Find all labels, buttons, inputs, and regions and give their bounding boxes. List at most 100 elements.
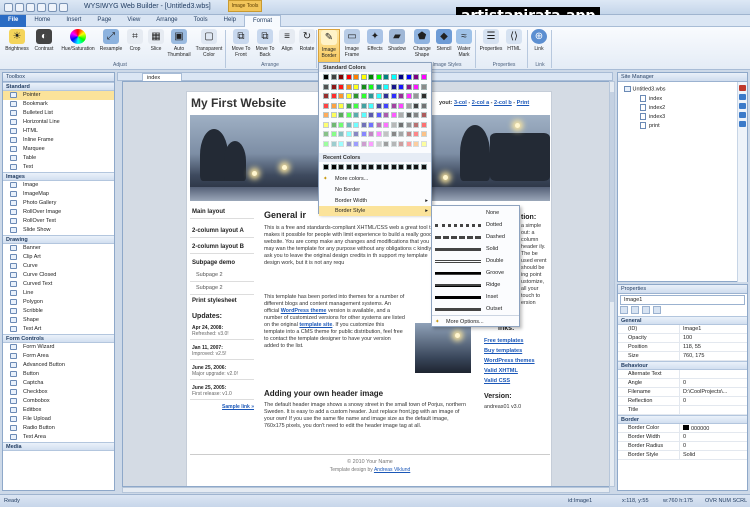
properties-button[interactable]: ☰ Properties	[478, 29, 504, 62]
color-swatch[interactable]	[420, 131, 427, 137]
color-swatch[interactable]	[368, 112, 374, 118]
property-row[interactable]: Border Style Solid	[618, 451, 747, 460]
recent-swatch[interactable]	[353, 164, 359, 170]
toolbox-item[interactable]: Button	[3, 370, 114, 379]
alphabetical-icon[interactable]	[631, 306, 639, 314]
color-swatch[interactable]	[390, 112, 397, 118]
toolbox-item[interactable]: Editbox	[3, 406, 114, 415]
property-row[interactable]: Filename D:\CoolProjects\...	[618, 388, 747, 397]
contrast-button[interactable]: ◐ Contrast	[31, 29, 57, 62]
toolbox-item[interactable]: File Upload	[3, 415, 114, 424]
recent-swatch[interactable]	[368, 164, 374, 170]
no-border-item[interactable]: No Border	[319, 185, 431, 195]
color-swatch[interactable]	[420, 121, 427, 128]
color-swatch[interactable]	[375, 121, 382, 128]
image-frame-button[interactable]: ▭ Image Frame	[341, 29, 363, 62]
color-swatch[interactable]	[383, 102, 389, 109]
toolbox-item[interactable]: Shape	[3, 316, 114, 325]
color-swatch[interactable]	[323, 74, 329, 80]
toolbox-item[interactable]: Image	[3, 181, 114, 190]
color-swatch[interactable]	[330, 112, 337, 118]
color-swatch[interactable]	[375, 140, 382, 147]
color-swatch[interactable]	[353, 102, 359, 109]
property-row[interactable]: Angle 0	[618, 379, 747, 388]
property-row[interactable]: Size 760, 175	[618, 352, 747, 361]
site-page[interactable]: print	[640, 122, 660, 129]
color-swatch[interactable]	[323, 102, 329, 109]
site-page[interactable]: index3	[640, 113, 665, 120]
property-section[interactable]: General	[618, 316, 747, 325]
color-swatch[interactable]	[353, 140, 359, 147]
doc-tab-index[interactable]: index	[142, 73, 182, 81]
color-swatch[interactable]	[360, 140, 367, 147]
color-swatch[interactable]	[420, 93, 427, 99]
color-swatch[interactable]	[323, 93, 329, 99]
delete-icon[interactable]	[739, 85, 746, 91]
color-swatch[interactable]	[405, 140, 412, 147]
sample-link[interactable]: Sample link »	[190, 404, 254, 410]
color-swatch[interactable]	[368, 121, 374, 128]
toolbox-item[interactable]: HTML	[3, 127, 114, 136]
toolbox-item[interactable]: Checkbox	[3, 388, 114, 397]
color-swatch[interactable]	[390, 121, 397, 128]
transparent-color-button[interactable]: ▢ Transparent Color	[194, 29, 224, 62]
color-swatch[interactable]	[398, 140, 404, 147]
recent-swatch[interactable]	[413, 164, 419, 170]
nav-2col-a[interactable]: 2-column layout A	[190, 225, 254, 238]
canvas-scrollbar-vertical[interactable]	[609, 81, 615, 487]
property-row[interactable]: Title	[618, 406, 747, 415]
more-options-item[interactable]: ✦ More Options...	[432, 315, 519, 327]
designer-link[interactable]: Andreas Viklund	[374, 467, 410, 473]
move-to-front-button[interactable]: ⧉ Move To Front	[228, 29, 254, 62]
color-swatch[interactable]	[413, 131, 419, 137]
color-swatch[interactable]	[383, 74, 389, 80]
html-button[interactable]: ⟨⟩ HTML	[503, 29, 525, 62]
toolbox-item[interactable]: Text Area	[3, 433, 114, 442]
color-swatch[interactable]	[368, 74, 374, 80]
color-swatch[interactable]	[345, 74, 352, 80]
object-selector[interactable]: Image1	[620, 295, 745, 305]
property-row[interactable]: Border Radius 0	[618, 442, 747, 451]
color-swatch[interactable]	[405, 93, 412, 99]
color-swatch[interactable]	[323, 121, 329, 128]
color-swatch[interactable]	[353, 121, 359, 128]
nav-subpage-2b[interactable]: Subpage 2	[190, 282, 254, 295]
property-row[interactable]: Border Color 000000	[618, 424, 747, 433]
color-swatch[interactable]	[323, 112, 329, 118]
color-swatch[interactable]	[413, 112, 419, 118]
color-swatch[interactable]	[413, 83, 419, 90]
color-swatch[interactable]	[360, 131, 367, 137]
color-swatch[interactable]	[353, 83, 359, 90]
toolbox-item[interactable]: Text	[3, 163, 114, 172]
color-swatch[interactable]	[383, 112, 389, 118]
color-swatch[interactable]	[413, 121, 419, 128]
toolbox-section[interactable]: Media	[3, 442, 114, 451]
toolbox-item[interactable]: ImageMap	[3, 190, 114, 199]
color-swatch[interactable]	[360, 83, 367, 90]
color-swatch[interactable]	[420, 83, 427, 90]
recent-swatch[interactable]	[330, 164, 337, 170]
color-swatch[interactable]	[368, 83, 374, 90]
brightness-button[interactable]: ☀ Brightness	[4, 29, 30, 62]
toolbox-item[interactable]: Combobox	[3, 397, 114, 406]
color-swatch[interactable]	[413, 74, 419, 80]
recent-swatch[interactable]	[345, 164, 352, 170]
toolbox-item[interactable]: Advanced Button	[3, 361, 114, 370]
color-swatch[interactable]	[330, 74, 337, 80]
color-swatch[interactable]	[345, 102, 352, 109]
color-swatch[interactable]	[338, 140, 344, 147]
color-swatch[interactable]	[360, 102, 367, 109]
color-swatch[interactable]	[345, 140, 352, 147]
color-swatch[interactable]	[398, 121, 404, 128]
resource-link[interactable]: WordPress themes	[484, 356, 535, 366]
color-swatch[interactable]	[398, 131, 404, 137]
nav-main-layout[interactable]: Main layout	[190, 206, 254, 219]
resource-link[interactable]: Valid XHTML	[484, 366, 535, 376]
color-swatch[interactable]	[330, 93, 337, 99]
tab-page[interactable]: Page	[89, 15, 119, 27]
color-swatch[interactable]	[420, 74, 427, 80]
toolbox-item[interactable]: Clip Art	[3, 253, 114, 262]
color-swatch[interactable]	[330, 140, 337, 147]
resource-link[interactable]: Valid CSS	[484, 376, 535, 386]
stencil-button[interactable]: ◆ Stencil	[434, 29, 454, 62]
